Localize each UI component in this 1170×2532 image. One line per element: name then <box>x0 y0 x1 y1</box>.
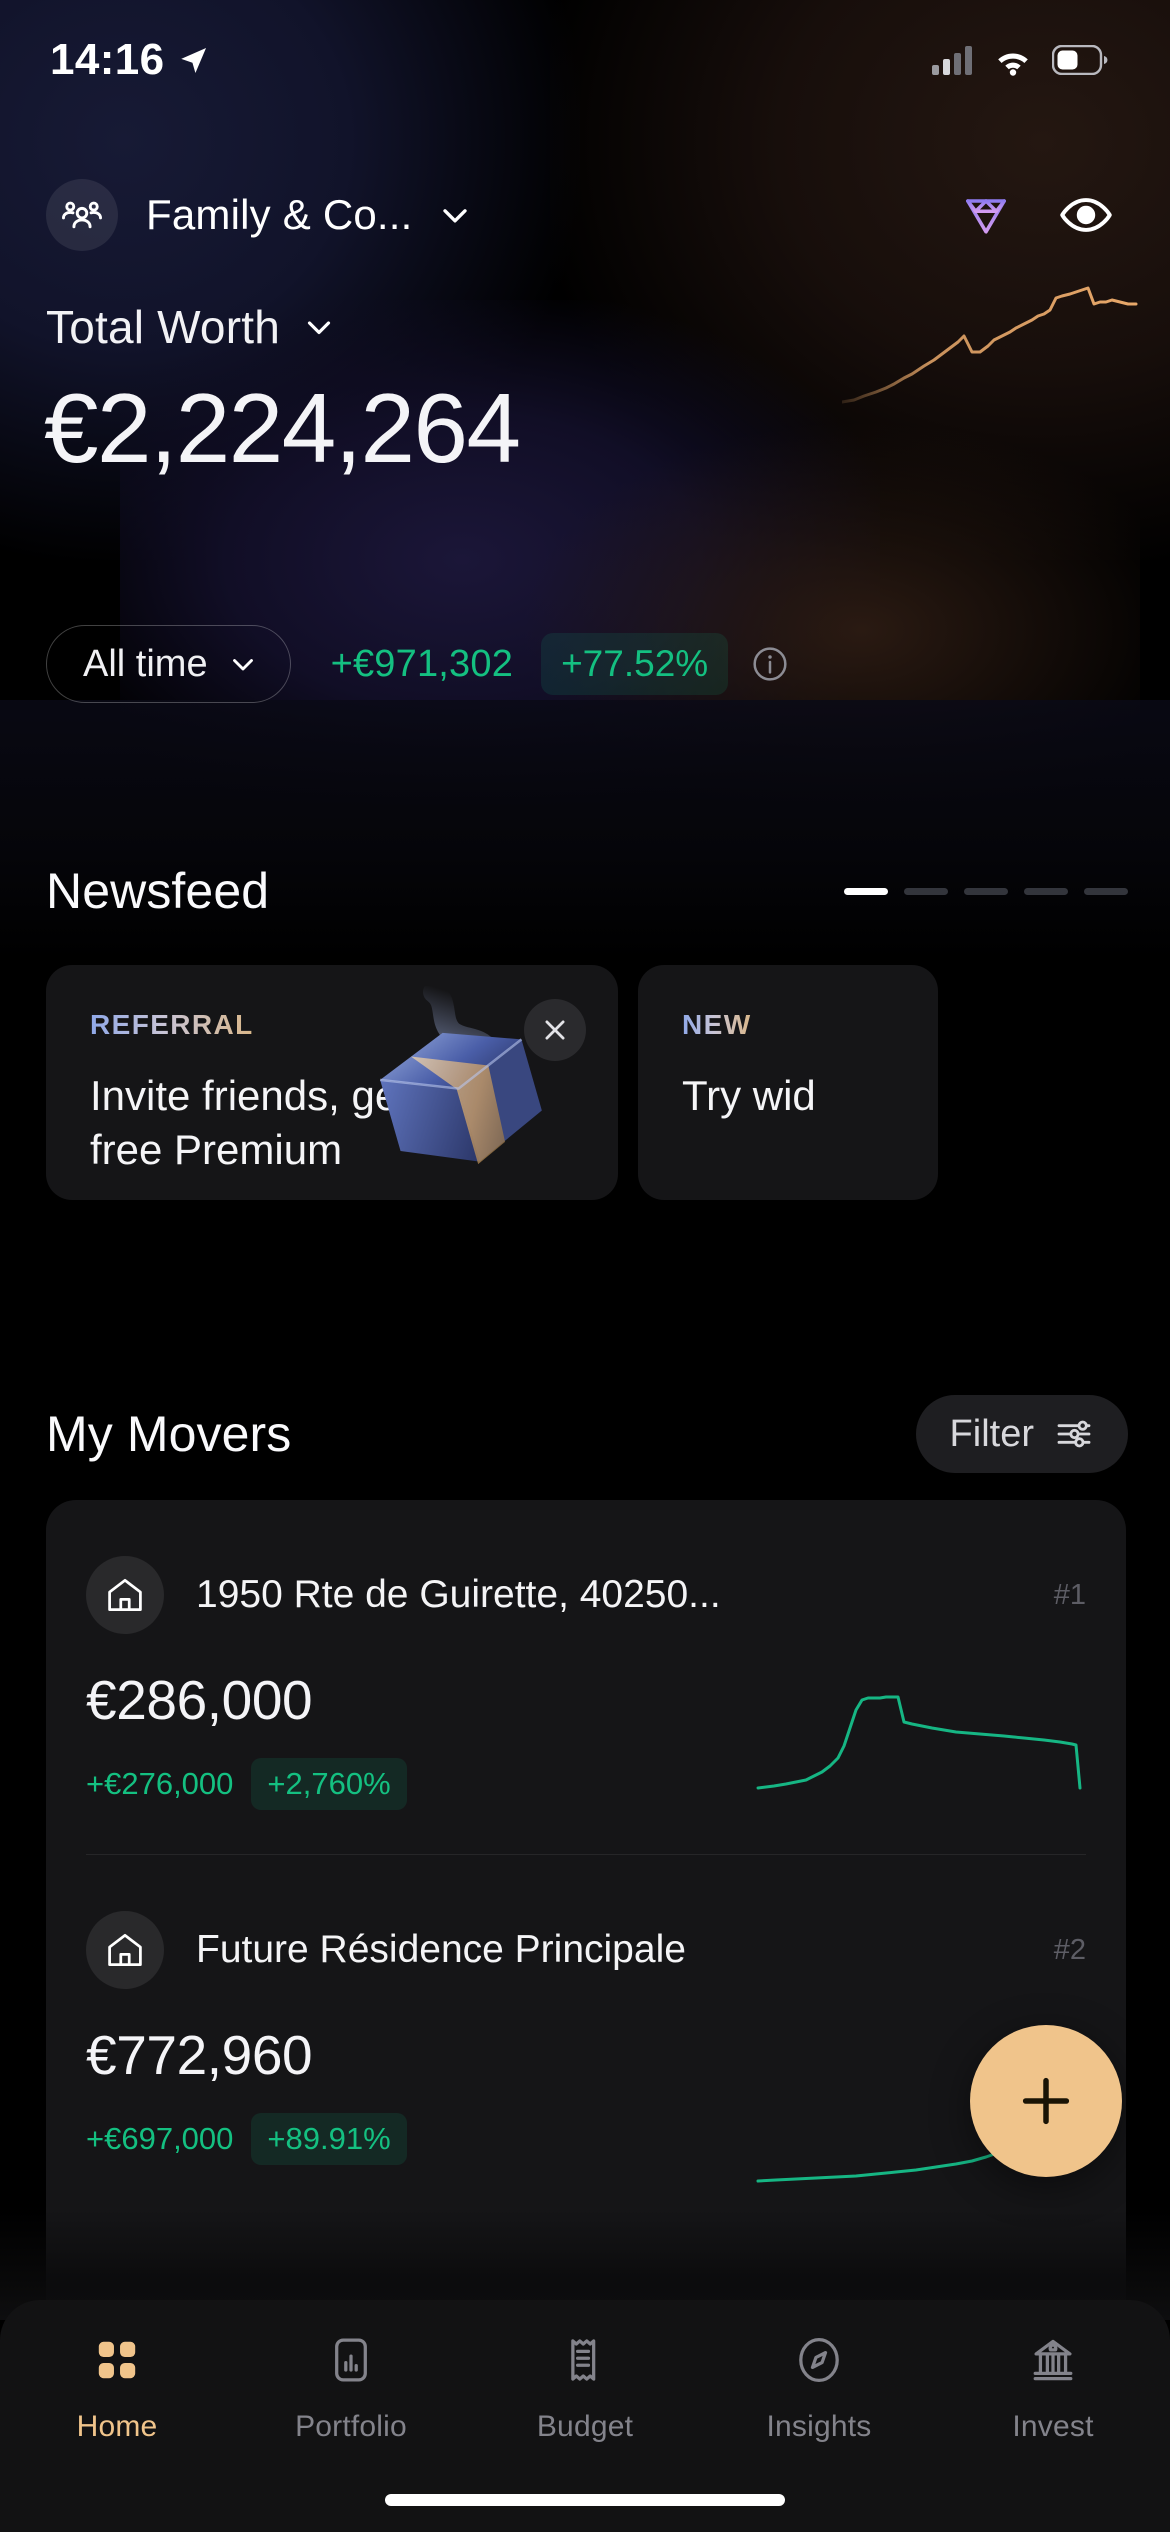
pagination-dot[interactable] <box>1084 887 1128 895</box>
asset-type-icon-wrap <box>86 1556 164 1634</box>
bar-chart-icon <box>335 2338 367 2382</box>
tab-portfolio[interactable]: Portfolio <box>234 2334 468 2444</box>
tab-invest[interactable]: Invest <box>936 2334 1170 2444</box>
newsfeed-carousel[interactable]: REFERRAL Invite friends, get free Premiu… <box>0 965 1170 1205</box>
total-worth-label: Total Worth <box>46 301 280 353</box>
mover-sparkline <box>756 1695 1082 1790</box>
home-icon <box>108 1933 142 1967</box>
chevron-down-icon <box>307 321 331 335</box>
period-selector-label: All time <box>83 642 208 685</box>
people-group-icon <box>62 201 102 229</box>
mover-row[interactable]: Future Résidence Principale #2 €772,960 … <box>86 1854 1086 2209</box>
newsfeed-header: Newsfeed <box>46 862 1128 920</box>
total-worth-selector[interactable]: Total Worth <box>46 300 338 354</box>
mover-name: Future Résidence Principale <box>196 1928 686 1971</box>
chevron-down-icon <box>442 209 467 223</box>
info-icon <box>753 647 787 681</box>
receipt-icon <box>571 2339 596 2381</box>
newsfeed-card-referral[interactable]: REFERRAL Invite friends, get free Premiu… <box>46 965 618 1200</box>
tab-label: Portfolio <box>295 2410 407 2443</box>
status-bar-indicators <box>932 44 1108 76</box>
mover-delta-percent: +2,760% <box>251 1758 407 1810</box>
chevron-down-icon <box>232 659 253 671</box>
plus-icon <box>1022 2077 1070 2125</box>
total-worth-delta-percent: +77.52% <box>541 633 729 695</box>
signal-bars-icon <box>932 46 972 75</box>
profile-selector-chevron[interactable] <box>435 195 475 235</box>
status-bar-time-group: 14:16 <box>50 35 211 85</box>
app-header: Family & Co... <box>0 160 1170 270</box>
newsfeed-title: Newsfeed <box>46 863 270 919</box>
pagination-dot[interactable] <box>1024 887 1068 895</box>
total-worth-delta-absolute: +€971,302 <box>330 642 514 685</box>
tab-label: Home <box>76 2410 158 2443</box>
close-button[interactable] <box>524 999 586 1061</box>
premium-button[interactable] <box>958 187 1014 243</box>
profile-selector-label[interactable]: Family & Co... <box>146 191 413 239</box>
home-icon <box>108 1578 142 1612</box>
newsfeed-card-title: Try wid <box>682 1072 816 1119</box>
mover-name: 1950 Rte de Guirette, 40250... <box>196 1573 721 1616</box>
bank-icon <box>1033 2339 1073 2381</box>
mover-delta-percent: +89.91% <box>251 2113 407 2165</box>
pagination-dot[interactable] <box>844 887 888 895</box>
newsfeed-card-new[interactable]: NEW Try wid <box>638 965 938 1200</box>
mover-row[interactable]: 1950 Rte de Guirette, 40250... #1 €286,0… <box>86 1500 1086 1854</box>
close-icon <box>545 1020 565 1040</box>
grid-squares-icon <box>98 2341 136 2379</box>
filter-button-label: Filter <box>949 1412 1034 1455</box>
total-worth-delta-row: All time +€971,302 +77.52% <box>46 625 1130 703</box>
newsfeed-card-kicker: REFERRAL <box>90 1009 254 1040</box>
pagination-dot[interactable] <box>964 887 1008 895</box>
asset-type-icon-wrap <box>86 1911 164 1989</box>
status-bar-clock: 14:16 <box>50 35 165 84</box>
period-selector-button[interactable]: All time <box>46 625 291 703</box>
hide-balance-button[interactable] <box>1058 187 1114 243</box>
location-arrow-icon <box>180 47 206 74</box>
tab-label: Invest <box>1012 2410 1094 2443</box>
mover-rank: #1 <box>1053 1578 1086 1611</box>
filter-button[interactable]: Filter <box>915 1395 1128 1473</box>
compass-icon <box>799 2338 839 2382</box>
newsfeed-card-title: Invite friends, get free Premium <box>90 1072 410 1173</box>
mover-rank: #2 <box>1053 1933 1086 1966</box>
mover-value: €772,960 <box>86 2024 313 2086</box>
total-worth-amount: €2,224,264 <box>44 373 521 483</box>
my-movers-title: My Movers <box>46 1406 292 1462</box>
tab-insights[interactable]: Insights <box>702 2334 936 2444</box>
home-indicator <box>385 2494 785 2506</box>
sliders-icon <box>1057 1420 1091 1448</box>
tab-label: Budget <box>536 2410 634 2443</box>
total-worth-sparkline <box>842 286 1138 404</box>
tab-label: Insights <box>766 2410 872 2443</box>
tab-home[interactable]: Home <box>0 2334 234 2444</box>
eye-icon <box>1060 198 1112 232</box>
mover-delta-absolute: +€276,000 <box>86 1766 234 1801</box>
newsfeed-card-kicker: NEW <box>682 1009 752 1040</box>
battery-icon <box>1052 45 1108 75</box>
tab-budget[interactable]: Budget <box>468 2334 702 2444</box>
add-button[interactable] <box>970 2025 1122 2177</box>
diamond-icon <box>966 199 1006 234</box>
my-movers-header: My Movers Filter <box>46 1395 1128 1473</box>
pagination-dot[interactable] <box>904 887 948 895</box>
performance-info-button[interactable] <box>750 644 790 684</box>
avatar[interactable] <box>46 179 118 251</box>
status-bar: 14:16 <box>0 0 1170 120</box>
wifi-icon <box>998 53 1028 76</box>
mover-delta-absolute: +€697,000 <box>86 2121 234 2156</box>
newsfeed-pagination[interactable] <box>844 887 1128 895</box>
